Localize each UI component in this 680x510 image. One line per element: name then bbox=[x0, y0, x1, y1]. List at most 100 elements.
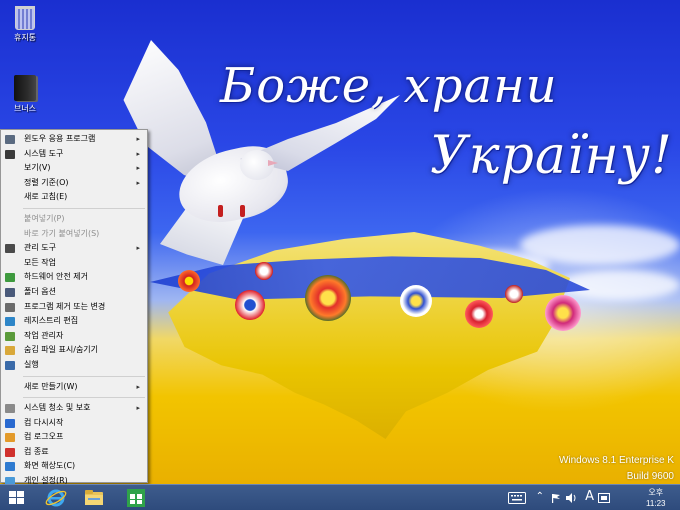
menu-item-14[interactable]: 작업 관리자 bbox=[1, 329, 147, 344]
menu-item-label: 바로 가기 붙여넣기(S) bbox=[24, 228, 100, 238]
logoff-icon bbox=[5, 433, 15, 443]
menu-item-label: 컴 종료 bbox=[24, 446, 49, 456]
ornament-flower bbox=[235, 290, 265, 320]
menu-item-9[interactable]: 모든 작업 bbox=[1, 256, 147, 271]
menu-item-label: 프로그램 제거 또는 변경 bbox=[24, 301, 106, 311]
menu-item-16[interactable]: 실행 bbox=[1, 358, 147, 373]
folder-options-icon bbox=[5, 287, 15, 297]
ime-icon[interactable] bbox=[598, 493, 610, 503]
internet-explorer-button[interactable] bbox=[38, 486, 74, 510]
dove-foot bbox=[218, 205, 223, 217]
desktop-icon-label: 브너스 bbox=[13, 104, 37, 113]
wallpaper-greeting: Боже, храни Україну! bbox=[210, 58, 673, 186]
desktop-icon-box[interactable]: 브너스 bbox=[0, 75, 50, 114]
flag-icon[interactable] bbox=[551, 493, 561, 503]
menu-separator bbox=[23, 397, 145, 399]
menu-item-3[interactable]: 정렬 기준(O) ▸ bbox=[1, 176, 147, 191]
menu-item-label: 실행 bbox=[24, 359, 39, 369]
ornament-flower bbox=[545, 295, 581, 331]
menu-separator bbox=[23, 375, 145, 377]
ornament-flower bbox=[305, 275, 351, 321]
shutdown-icon bbox=[5, 447, 15, 457]
store-icon bbox=[127, 489, 145, 507]
menu-item-18[interactable]: 새로 만들기(W) ▸ bbox=[1, 380, 147, 395]
desktop-icon-label: 휴지통 bbox=[13, 33, 37, 42]
menu-separator bbox=[23, 207, 145, 209]
chevron-right-icon: ▸ bbox=[136, 244, 140, 253]
ornament-flower bbox=[465, 300, 493, 328]
menu-item-label: 작업 관리자 bbox=[24, 330, 64, 340]
menu-item-label: 화면 해상도(C) bbox=[24, 461, 76, 471]
folder-icon bbox=[85, 490, 103, 505]
restart-icon bbox=[5, 418, 15, 428]
input-indicator[interactable]: A bbox=[585, 489, 594, 504]
menu-item-6: 붙여넣기(P) bbox=[1, 212, 147, 227]
ornament-flower bbox=[400, 285, 432, 317]
box-icon bbox=[14, 75, 36, 101]
menu-item-label: 폴더 옵션 bbox=[24, 286, 56, 296]
chevron-right-icon: ▸ bbox=[136, 135, 140, 143]
menu-item-label: 정렬 기준(O) bbox=[24, 177, 69, 187]
start-button[interactable] bbox=[0, 486, 36, 510]
menu-item-label: 붙여넣기(P) bbox=[24, 213, 65, 223]
internet-explorer-icon bbox=[45, 489, 67, 507]
dove-foot bbox=[240, 205, 245, 217]
menu-item-21[interactable]: 컴 다시시작 bbox=[1, 416, 147, 431]
desktop-icon-recycle-bin[interactable]: 휴지통 bbox=[0, 6, 50, 43]
menu-item-2[interactable]: 보기(V) ▸ bbox=[1, 161, 147, 176]
recycle-bin-icon bbox=[15, 6, 35, 30]
chevron-right-icon: ▸ bbox=[136, 382, 140, 391]
chevron-right-icon: ▸ bbox=[136, 149, 140, 158]
registry-icon bbox=[5, 317, 15, 327]
greeting-line-1: Боже, храни bbox=[220, 58, 558, 114]
programs-icon bbox=[5, 302, 15, 312]
ornament-flower bbox=[505, 285, 523, 303]
windows-logo-icon bbox=[9, 491, 25, 505]
menu-item-label: 새로 고침(E) bbox=[24, 192, 68, 202]
taskbar: ⌃ A 오후 11:23 2014-06-09 bbox=[0, 484, 680, 510]
ornament-flower bbox=[178, 270, 200, 292]
safely-remove-icon bbox=[5, 273, 15, 283]
run-icon bbox=[5, 360, 15, 370]
menu-item-22[interactable]: 컴 로그오프 bbox=[1, 430, 147, 445]
menu-item-label: 하드웨어 안전 제거 bbox=[24, 272, 88, 282]
menu-item-0[interactable]: 윈도우 응용 프로그램 ▸ bbox=[1, 132, 147, 147]
menu-item-1[interactable]: 시스템 도구 ▸ bbox=[1, 147, 147, 162]
menu-item-24[interactable]: 화면 해상도(C) bbox=[1, 459, 147, 474]
greeting-line-2: Україну! bbox=[430, 126, 673, 186]
menu-item-23[interactable]: 컴 종료 bbox=[1, 445, 147, 460]
keyboard-icon[interactable] bbox=[508, 492, 526, 504]
menu-item-10[interactable]: 하드웨어 안전 제거 bbox=[1, 270, 147, 285]
task-manager-icon bbox=[5, 331, 15, 341]
clock[interactable]: 오후 11:23 2014-06-09 bbox=[646, 487, 666, 510]
admin-tools-icon bbox=[5, 244, 15, 254]
menu-item-label: 컴 다시시작 bbox=[24, 417, 64, 427]
clock-time: 오후 11:23 bbox=[646, 488, 666, 508]
menu-item-label: 보기(V) bbox=[24, 163, 51, 173]
screen-resolution-icon bbox=[5, 462, 15, 472]
menu-item-label: 윈도우 응용 프로그램 bbox=[24, 134, 96, 143]
menu-item-label: 시스템 도구 bbox=[24, 148, 64, 158]
speaker-icon[interactable] bbox=[565, 492, 577, 504]
system-cleanup-icon bbox=[5, 404, 15, 414]
system-tools-icon bbox=[5, 149, 15, 159]
chevron-up-icon[interactable]: ⌃ bbox=[536, 491, 544, 502]
menu-item-8[interactable]: 관리 도구 ▸ bbox=[1, 241, 147, 256]
menu-item-20[interactable]: 시스템 청소 및 보호 ▸ bbox=[1, 401, 147, 416]
menu-item-label: 시스템 청소 및 보호 bbox=[24, 403, 91, 413]
menu-item-label: 관리 도구 bbox=[24, 243, 56, 253]
edition-watermark: Windows 8.1 Enterprise K bbox=[558, 455, 674, 466]
menu-item-label: 모든 작업 bbox=[24, 257, 56, 267]
menu-item-13[interactable]: 레지스트리 편집 bbox=[1, 314, 147, 329]
menu-item-11[interactable]: 폴더 옵션 bbox=[1, 285, 147, 300]
hidden-files-icon bbox=[5, 346, 15, 356]
store-button[interactable] bbox=[118, 486, 154, 510]
menu-item-12[interactable]: 프로그램 제거 또는 변경 bbox=[1, 300, 147, 315]
menu-item-15[interactable]: 숨김 파일 표시/숨기기 bbox=[1, 343, 147, 358]
menu-item-7: 바로 가기 붙여넣기(S) bbox=[1, 227, 147, 242]
file-explorer-button[interactable] bbox=[76, 486, 112, 510]
menu-item-label: 새로 만들기(W) bbox=[24, 381, 78, 391]
window-icon bbox=[5, 135, 15, 144]
build-watermark: Build 9600 bbox=[626, 471, 674, 482]
menu-item-4[interactable]: 새로 고침(E) bbox=[1, 190, 147, 205]
